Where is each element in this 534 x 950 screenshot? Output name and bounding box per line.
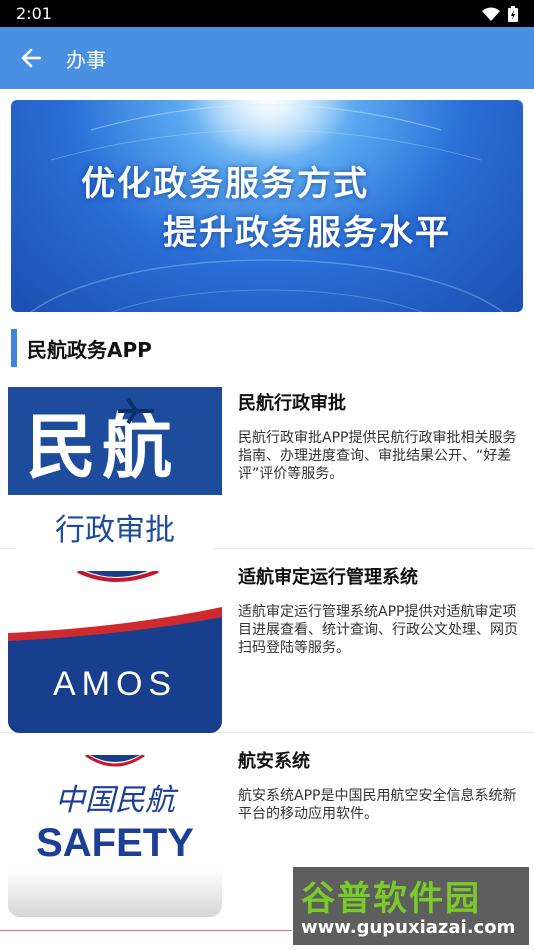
arrow-left-icon [21,48,42,68]
amos-logo-text: AMOS [52,665,178,703]
app-bar: 办事 [0,27,534,89]
app-item-amos[interactable]: AMOS 适航审定运行管理系统 适航审定运行管理系统APP提供对适航审定项目进展… [0,549,534,733]
wifi-icon [482,7,500,21]
battery-icon [508,5,518,22]
safety-name: 航安系统 [238,751,310,772]
content-area[interactable]: 优化政务服务方式 提升政务服务水平 民航政务APP 民航 行政审批 民航行政审批… [0,89,534,950]
app-item-approval[interactable]: 民航 行政审批 民航行政审批 民航行政审批APP提供民航行政审批相关服务指南、办… [0,387,534,549]
approval-logo-text-bottom: 行政审批 [55,513,175,548]
page-title: 办事 [66,47,106,72]
safety-logo: 中国民航 SAFETY [8,755,222,917]
watermark-title: 谷普软件园 [301,879,481,919]
watermark-url: www.gupuxiazai.com [301,917,516,938]
amos-name: 适航审定运行管理系统 [238,567,418,588]
watermark: 谷普软件园 www.gupuxiazai.com [292,866,530,946]
status-icons [482,5,518,22]
divider-line [0,930,292,931]
banner[interactable]: 优化政务服务方式 提升政务服务水平 [11,100,523,312]
safety-logo-text-top: 中国民航 [55,783,175,818]
safety-logo-text-bottom: SAFETY [36,821,194,865]
approval-description: 民航行政审批APP提供民航行政审批相关服务指南、办理进度查询、审批结果公开、“好… [238,430,517,482]
banner-line-2: 提升政务服务水平 [163,213,451,253]
banner-line-1: 优化政务服务方式 [81,164,369,204]
amos-logo: AMOS [8,571,222,733]
safety-description: 航安系统APP是中国民用航空安全信息系统新平台的移动应用软件。 [238,788,517,822]
status-bar: 2:01 [0,0,534,27]
approval-name: 民航行政审批 [238,393,346,414]
section-title: 民航政务APP [27,337,152,362]
status-time: 2:01 [16,4,52,23]
back-button[interactable] [0,27,62,89]
section-header: 民航政务APP [11,329,152,367]
amos-emblem-icon [8,571,222,733]
section-accent-bar [11,329,17,367]
amos-description: 适航审定运行管理系统APP提供对适航审定项目进展查看、统计查询、行政公文处理、网… [238,604,518,656]
airplane-icon [118,397,154,425]
approval-logo: 民航 行政审批 [8,387,222,549]
